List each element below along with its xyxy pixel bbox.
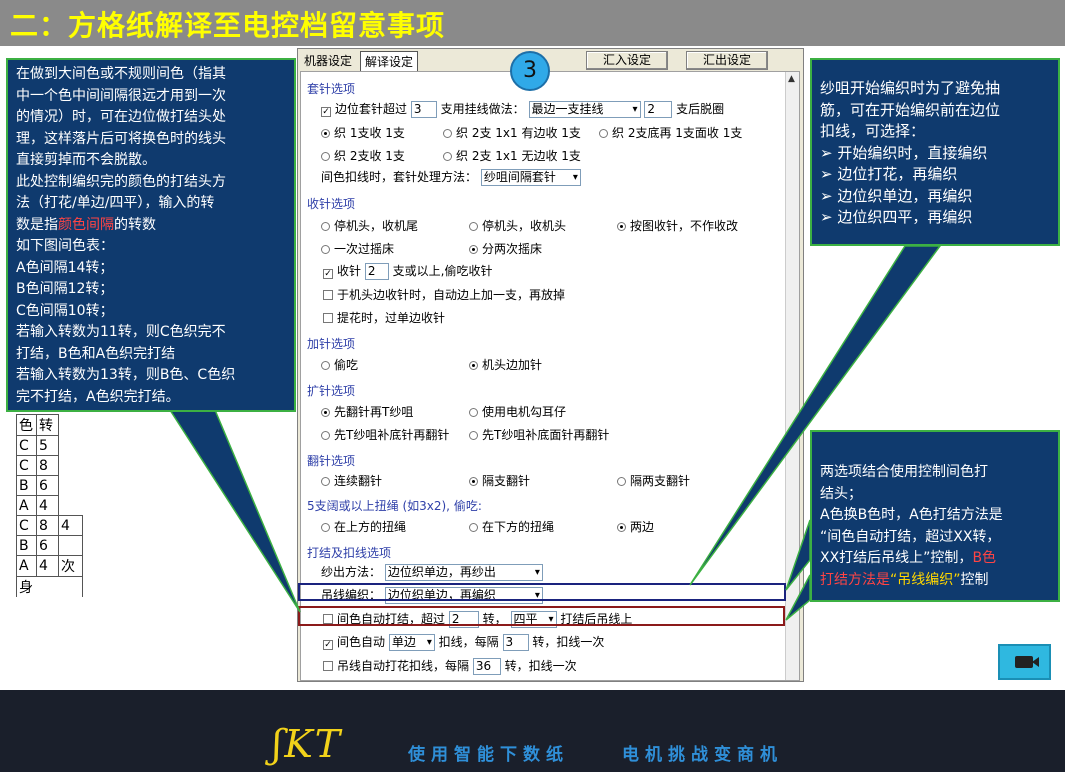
- callout-line: XX打结后吊线上”控制，B色: [820, 548, 1050, 570]
- callout-line: “间色自动打结，超过XX转，: [820, 528, 1001, 545]
- table-cell: 6: [36, 475, 59, 496]
- table-header-cell: 转: [36, 414, 59, 436]
- table-cell: 次: [58, 555, 83, 577]
- callout-bullet: ➢ 边位织单边，再编织: [820, 186, 1050, 208]
- table-cell: [58, 535, 83, 556]
- logo: ʃKT: [272, 722, 343, 766]
- callout-line: 若输入转数为11转，则C色织完不: [16, 324, 226, 340]
- callout-highlight: “吊线编织”: [890, 571, 961, 588]
- callout-text: XX打结后吊线上”控制，: [820, 550, 973, 566]
- callout-line: 此处控制编织完的颜色的打结头方: [16, 173, 226, 190]
- table-cell: B: [16, 475, 37, 496]
- callout-highlight: 打结方法是: [820, 571, 890, 588]
- table-row: B6: [16, 475, 83, 496]
- callout-line: B色间隔12转；: [16, 281, 114, 297]
- callout-line: 打结方法是“吊线编织”控制: [820, 570, 1050, 592]
- table-cell: C: [16, 515, 37, 536]
- callout-line: 两选项结合使用控制间色打: [820, 464, 988, 480]
- callout-line: 在做到大间色或不规则间色（指其: [16, 66, 226, 82]
- table-cell: 身: [16, 576, 83, 597]
- arrow-bullet-icon: ➢: [820, 143, 838, 162]
- right-top-callout: 纱咀开始编织时为了避免抽 筋，可在开始编织前在边位 扣线，可选择： ➢ 开始编织…: [810, 58, 1060, 246]
- table-row: C5: [16, 435, 83, 456]
- left-callout-pointer: [168, 409, 301, 613]
- table-row: C84: [16, 515, 83, 536]
- slogan-2: 电机挑战变商机: [622, 745, 783, 765]
- bullet-text: 边位织单边，再编织: [837, 186, 973, 205]
- table-row: A4次: [16, 555, 83, 577]
- table-cell: A: [16, 495, 37, 516]
- footer: ʃKT 使用智能下数纸 电机挑战变商机: [0, 690, 1065, 772]
- callout-line: 理，这样落片后可将换色时的线头: [16, 130, 226, 147]
- table-row: 身: [16, 576, 83, 597]
- callout-line: 扣线，可选择：: [820, 122, 926, 140]
- callout-bullet: ➢ 边位打花，再编织: [820, 164, 1050, 186]
- table-blank-cell: [59, 436, 83, 456]
- camera-lens-icon: [1032, 657, 1039, 667]
- bottom-right-callout-pointer-1: [785, 519, 811, 591]
- arrow-bullet-icon: ➢: [820, 186, 838, 205]
- callout-line: 筋，可在开始编织前在边位: [820, 100, 1001, 119]
- table-blank-cell: [59, 415, 83, 436]
- bullet-text: 开始编织时，直接编织: [837, 143, 988, 162]
- table-cell: 4: [36, 555, 59, 577]
- bullet-text: 边位打花，再编织: [837, 165, 958, 183]
- callout-line: 数是指颜色间隔的转数: [16, 215, 286, 237]
- callout-text: 控制: [960, 571, 989, 588]
- table-cell: 4: [36, 495, 59, 516]
- callout-line: 结头；: [820, 485, 862, 502]
- callout-line: A色换B色时，A色打结方法是: [820, 507, 1003, 523]
- table-row: C8: [16, 455, 83, 476]
- table-cell: 4: [58, 515, 83, 536]
- callout-bullet: ➢ 开始编织时，直接编织: [820, 143, 1050, 165]
- table-row: B6: [16, 535, 83, 556]
- video-button[interactable]: [998, 644, 1051, 680]
- callout-highlight: B色: [972, 550, 997, 566]
- table-cell: 8: [36, 515, 59, 536]
- table-cell: B: [16, 535, 37, 556]
- table-cell: C: [16, 455, 37, 476]
- callout-line: C色间隔10转；: [16, 302, 114, 319]
- callout-line: 如下图间色表：: [16, 238, 114, 254]
- table-blank-cell: [59, 476, 83, 496]
- table-row: A4: [16, 495, 83, 516]
- callout-line: 的情况）时，可在边位做打结头处: [16, 109, 226, 125]
- left-callout: 在做到大间色或不规则间色（指其 中一个色中间间隔很远才用到一次 的情况）时，可在…: [6, 58, 296, 412]
- table-cell: 8: [36, 455, 59, 476]
- arrow-bullet-icon: ➢: [820, 208, 838, 226]
- callout-bullet: ➢ 边位织四平，再编织: [820, 207, 1050, 229]
- callout-line: A色间隔14转；: [16, 259, 114, 276]
- table-cell: 5: [36, 435, 59, 456]
- callout-highlight: 颜色间隔: [58, 216, 114, 233]
- callout-text: 的转数: [114, 216, 156, 233]
- table-header-row: 色 转: [16, 414, 83, 436]
- color-interval-table: 色 转 C5 C8 B6 A4 C84 B6 A4次 身: [16, 414, 83, 597]
- callout-line: 纱咀开始编织时为了避免抽: [820, 79, 1001, 97]
- callout-line: 法（打花/单边/四平），输入的转: [16, 195, 215, 211]
- arrow-bullet-icon: ➢: [820, 165, 838, 183]
- table-blank-cell: [59, 456, 83, 476]
- callout-line: 直接剪掉而不会脱散。: [16, 152, 156, 168]
- callout-line: 若输入转数为13转，则B色、C色织: [16, 367, 236, 383]
- table-cell: A: [16, 555, 37, 577]
- table-cell: C: [16, 435, 37, 456]
- table-blank-cell: [59, 496, 83, 516]
- table-header-cell: 色: [16, 414, 37, 436]
- bullet-text: 边位织四平，再编织: [837, 208, 973, 226]
- video-camera-icon: [1015, 656, 1033, 668]
- callout-line: 中一个色中间间隔很远才用到一次: [16, 87, 226, 104]
- right-bottom-callout: 两选项结合使用控制间色打 结头； A色换B色时，A色打结方法是 “间色自动打结，…: [810, 430, 1060, 602]
- callout-line: 打结，B色和A色织完打结: [16, 345, 176, 362]
- callout-text: 数是指: [16, 216, 58, 233]
- callout-line: 完不打结，A色织完打结。: [16, 388, 180, 405]
- table-cell: 6: [36, 535, 59, 556]
- slogan-1: 使用智能下数纸: [408, 745, 569, 765]
